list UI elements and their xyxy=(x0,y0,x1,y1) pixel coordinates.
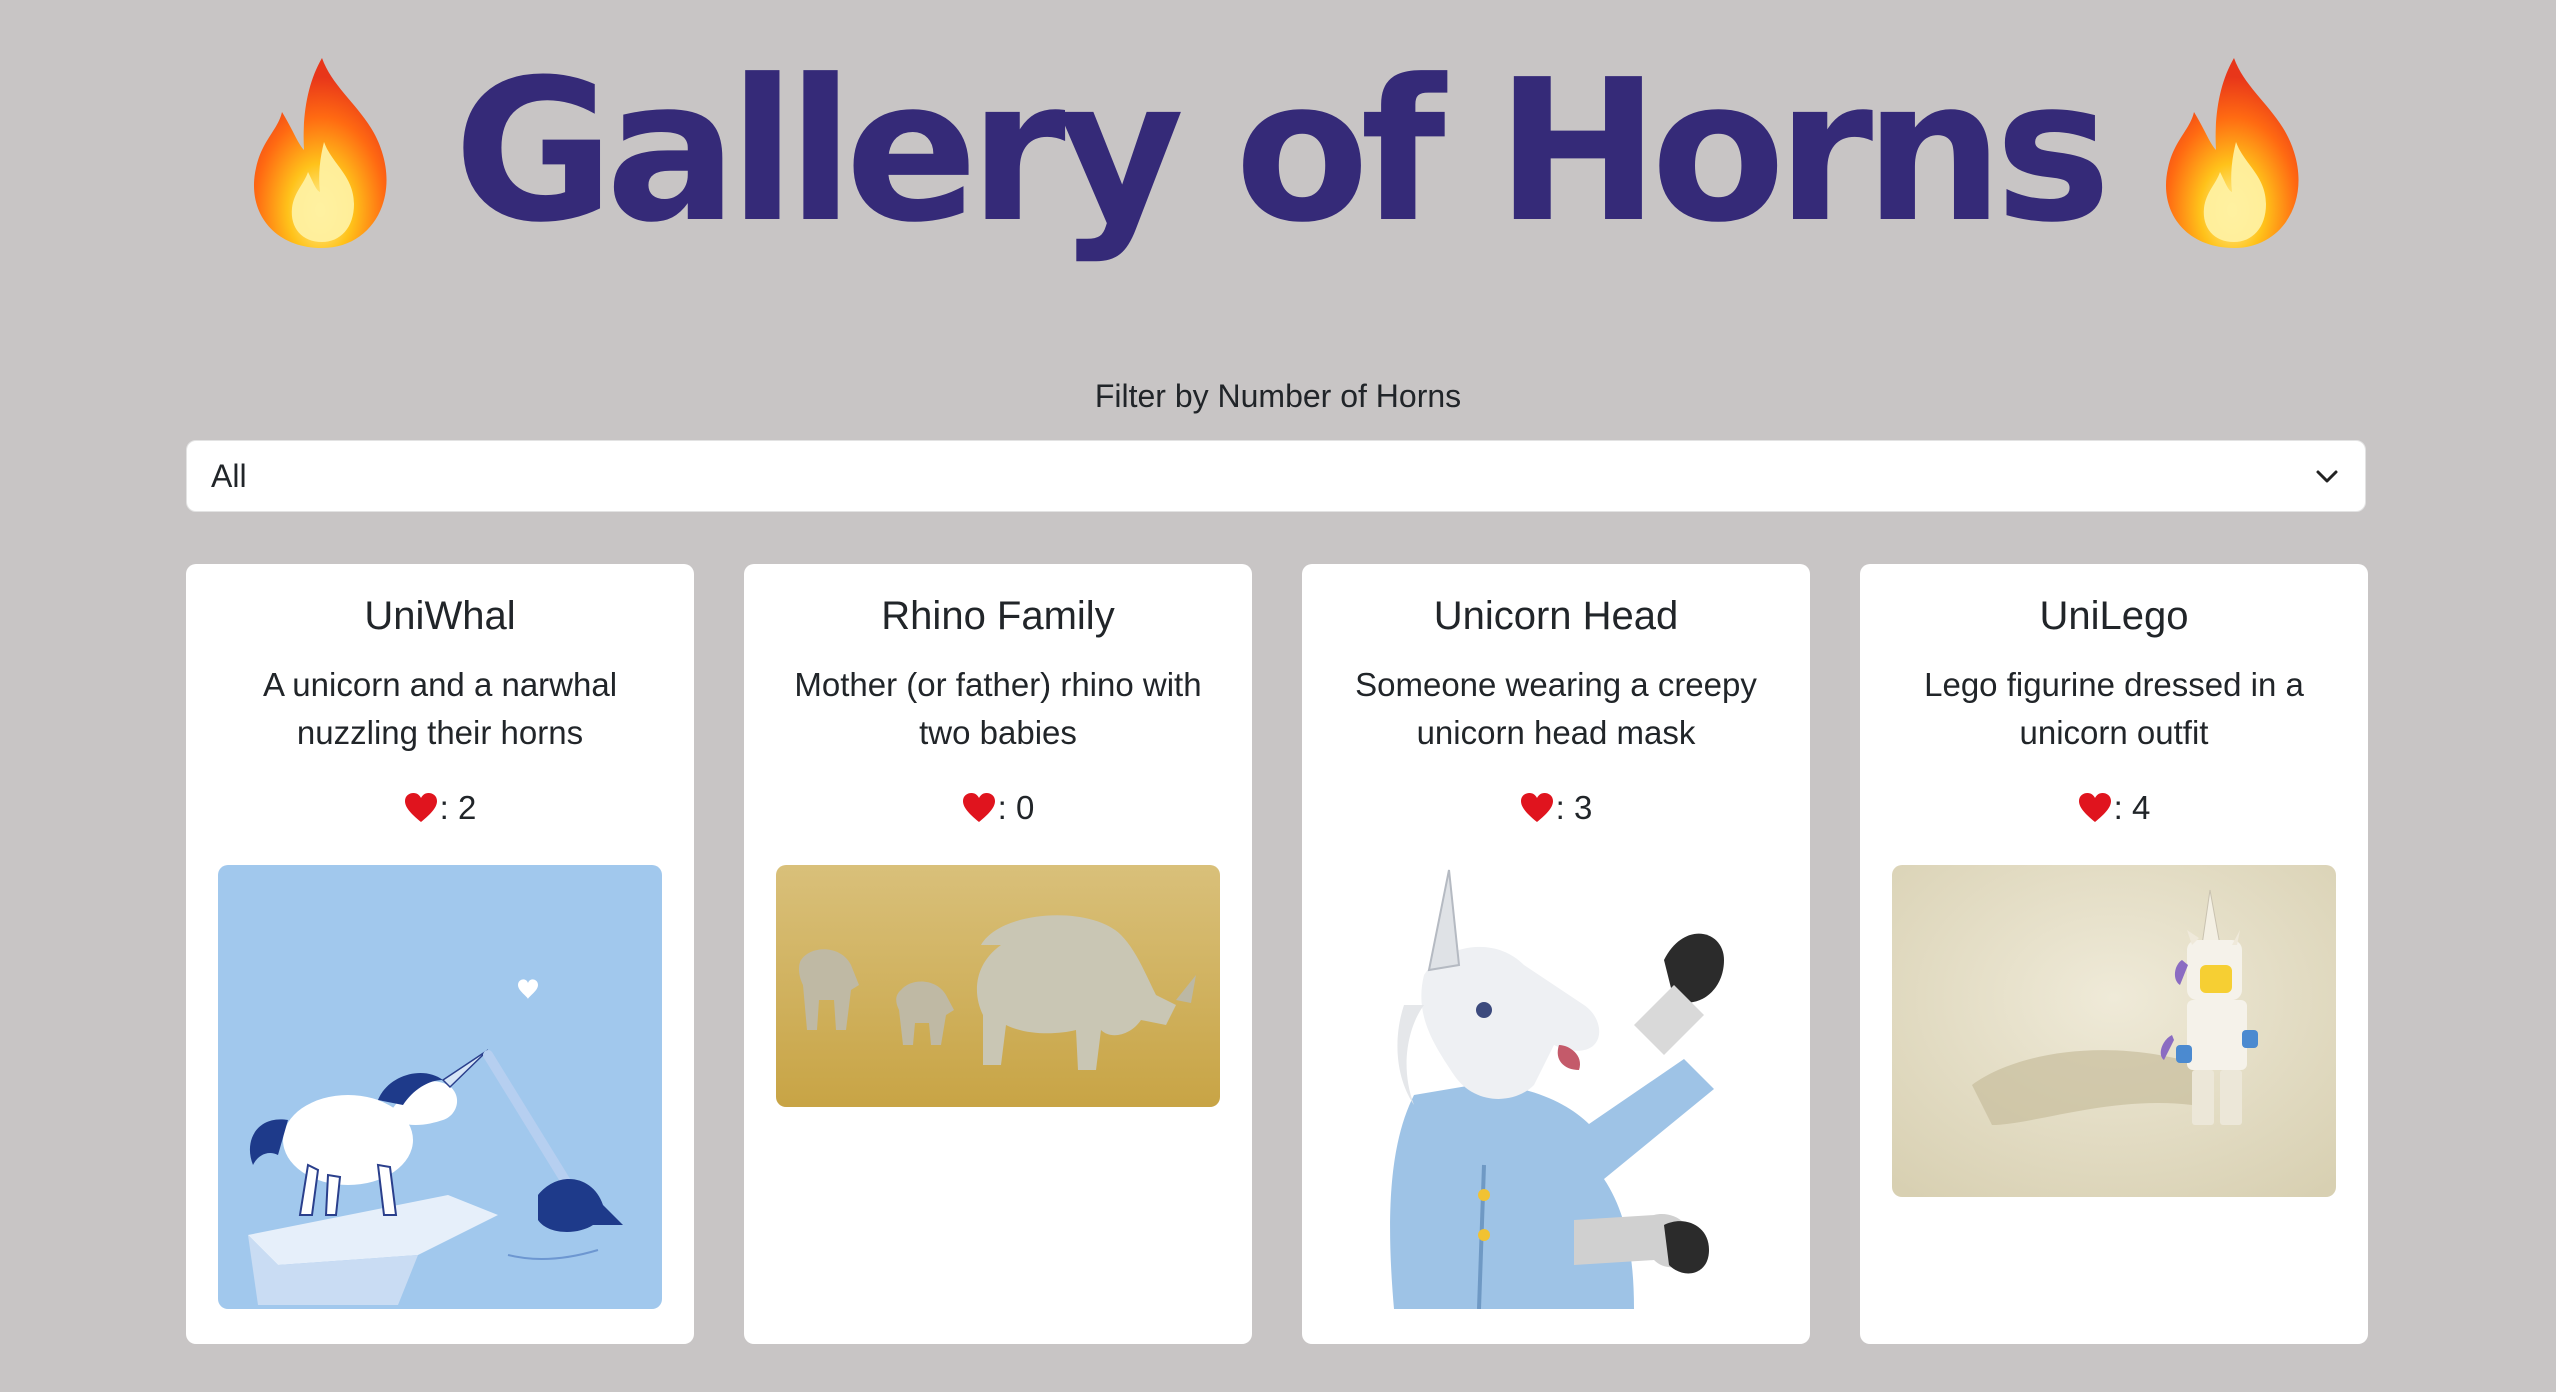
horn-card[interactable]: Unicorn Head Someone wearing a creepy un… xyxy=(1302,564,1810,1344)
heart-icon xyxy=(1520,793,1553,822)
card-likes[interactable]: : 0 xyxy=(962,789,1035,827)
chevron-down-icon xyxy=(2316,470,2338,483)
filter-label: Filter by Number of Horns xyxy=(1094,378,1462,414)
heart-icon xyxy=(404,793,437,822)
heart-icon xyxy=(2078,793,2111,822)
fire-icon xyxy=(2166,58,2299,248)
card-image[interactable] xyxy=(776,865,1220,1107)
card-likes[interactable]: : 4 xyxy=(2078,789,2151,827)
card-likes[interactable]: : 3 xyxy=(1520,789,1593,827)
card-title: Rhino Family xyxy=(881,594,1115,638)
rhino-family-image xyxy=(776,865,1220,1107)
horn-card[interactable]: UniLego Lego figurine dressed in a unico… xyxy=(1860,564,2368,1344)
heart-icon xyxy=(962,793,995,822)
gallery-page: Gallery of Horns Filter by Number of Hor… xyxy=(0,0,2556,1392)
horn-filter-select[interactable]: All xyxy=(186,440,2366,512)
card-image[interactable] xyxy=(1892,865,2336,1197)
likes-count: : 0 xyxy=(997,789,1035,826)
horn-card[interactable]: Rhino Family Mother (or father) rhino wi… xyxy=(744,564,1252,1344)
likes-count: : 4 xyxy=(2113,789,2151,826)
fire-icon xyxy=(253,58,387,248)
page-title: Gallery of Horns xyxy=(453,38,2112,266)
card-description: Lego figurine dressed in a unicorn outfi… xyxy=(1924,666,2304,751)
unicorn-mask-image xyxy=(1334,865,1778,1309)
card-title: UniLego xyxy=(2039,594,2189,638)
card-image[interactable] xyxy=(1334,865,1778,1309)
unicorn-narwhal-image xyxy=(218,865,662,1309)
likes-count: : 3 xyxy=(1555,789,1593,826)
card-likes[interactable]: : 2 xyxy=(404,789,477,827)
likes-count: : 2 xyxy=(439,789,477,826)
card-description: A unicorn and a narwhal nuzzling their h… xyxy=(262,666,618,751)
card-description: Mother (or father) rhino with two babies xyxy=(794,666,1202,751)
card-title: Unicorn Head xyxy=(1433,594,1679,638)
card-image[interactable] xyxy=(218,865,662,1309)
card-description: Someone wearing a creepy unicorn head ma… xyxy=(1355,666,1757,751)
page-header: Gallery of Horns xyxy=(0,52,2556,252)
horn-card[interactable]: UniWhal A unicorn and a narwhal nuzzling… xyxy=(186,564,694,1344)
filter-selected-value: All xyxy=(211,457,247,494)
lego-unicorn-image xyxy=(1892,865,2336,1197)
card-title: UniWhal xyxy=(364,594,516,638)
